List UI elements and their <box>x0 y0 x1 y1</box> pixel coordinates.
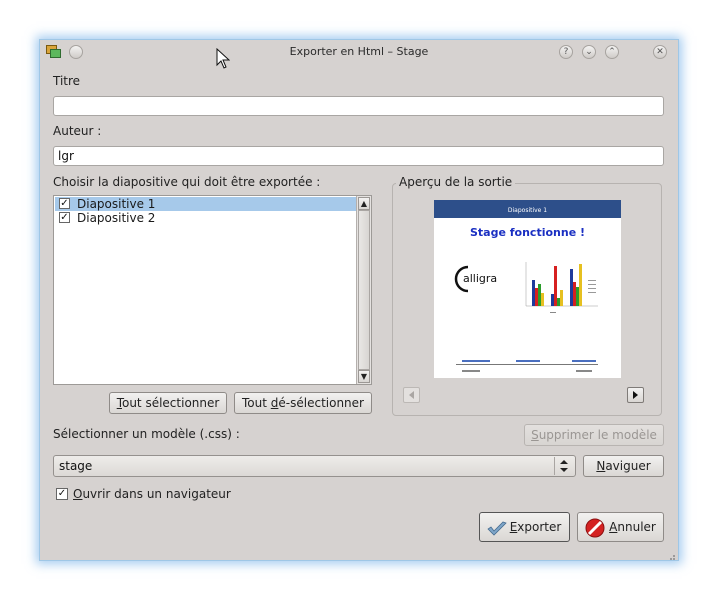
export-button[interactable]: Exporter <box>479 512 570 542</box>
title-bar[interactable]: Exporter en Html – Stage ? ⌄ ⌃ ✕ <box>40 40 678 64</box>
svg-text:alligra: alligra <box>463 272 497 285</box>
preview-footer-text <box>576 370 592 372</box>
help-icon[interactable]: ? <box>559 45 573 59</box>
cancel-icon <box>584 517 606 549</box>
slides-list[interactable]: ✓ Diapositive 1 ✓ Diapositive 2 ▲ ▼ <box>53 195 372 385</box>
title-label: Titre <box>53 74 81 88</box>
slide-1-checkbox[interactable]: ✓ <box>59 198 70 209</box>
list-item[interactable]: ✓ Diapositive 1 <box>55 197 356 211</box>
browse-button[interactable]: Naviguer <box>583 455 664 477</box>
delete-template-button[interactable]: Supprimer le modèle <box>524 424 664 446</box>
cancel-button[interactable]: Annuler <box>577 512 664 542</box>
preview-slide-title: Stage fonctionne ! <box>469 226 586 239</box>
scroll-down-arrow-icon[interactable]: ▼ <box>358 370 370 383</box>
author-input[interactable] <box>53 146 664 166</box>
resize-grip-icon[interactable] <box>668 550 676 560</box>
checkmark-icon <box>487 519 507 547</box>
close-icon[interactable]: ✕ <box>653 45 667 59</box>
template-label: Sélectionner un modèle (.css) : <box>53 427 240 441</box>
combo-updown-icon <box>554 457 573 475</box>
preview-previous-button[interactable] <box>403 387 420 403</box>
slide-2-checkbox[interactable]: ✓ <box>59 212 70 223</box>
slide-2-label: Diapositive 2 <box>77 211 156 225</box>
preview-chart <box>518 260 608 320</box>
slides-scrollbar[interactable]: ▲ ▼ <box>356 196 371 384</box>
author-label: Auteur : <box>53 124 102 138</box>
preview-label: Aperçu de la sortie <box>396 175 516 189</box>
slides-label: Choisir la diapositive qui doit être exp… <box>53 175 321 189</box>
calligra-logo: alligra <box>454 262 510 296</box>
list-item[interactable]: ✓ Diapositive 2 <box>55 211 356 225</box>
title-input[interactable] <box>53 96 664 116</box>
slide-1-label: Diapositive 1 <box>77 197 156 211</box>
scrollbar-thumb[interactable] <box>358 210 370 370</box>
preview-footer-text <box>462 370 480 372</box>
maximize-icon[interactable]: ⌃ <box>605 45 619 59</box>
open-browser-label[interactable]: Ouvrir dans un navigateur <box>73 487 231 501</box>
mouse-cursor-icon <box>216 47 231 73</box>
slide-preview: Diapositive 1 Stage fonctionne ! alligra <box>434 200 621 378</box>
scroll-up-arrow-icon[interactable]: ▲ <box>358 197 370 210</box>
export-html-dialog: Exporter en Html – Stage ? ⌄ ⌃ ✕ Titre A… <box>39 39 679 561</box>
preview-footer-text <box>462 360 490 362</box>
preview-header-text: Diapositive 1 <box>507 207 548 214</box>
preview-footer-line <box>456 364 598 365</box>
template-select[interactable]: stage <box>53 455 576 477</box>
select-all-button[interactable]: Tout sélectionner <box>109 392 227 414</box>
template-select-value: stage <box>59 459 93 473</box>
preview-next-button[interactable] <box>627 387 644 403</box>
open-browser-checkbox[interactable]: ✓ <box>56 488 68 500</box>
preview-footer-text <box>572 360 596 362</box>
preview-footer-text <box>516 360 540 362</box>
minimize-icon[interactable]: ⌄ <box>582 45 596 59</box>
deselect-all-button[interactable]: Tout dé-sélectionner <box>234 392 372 414</box>
